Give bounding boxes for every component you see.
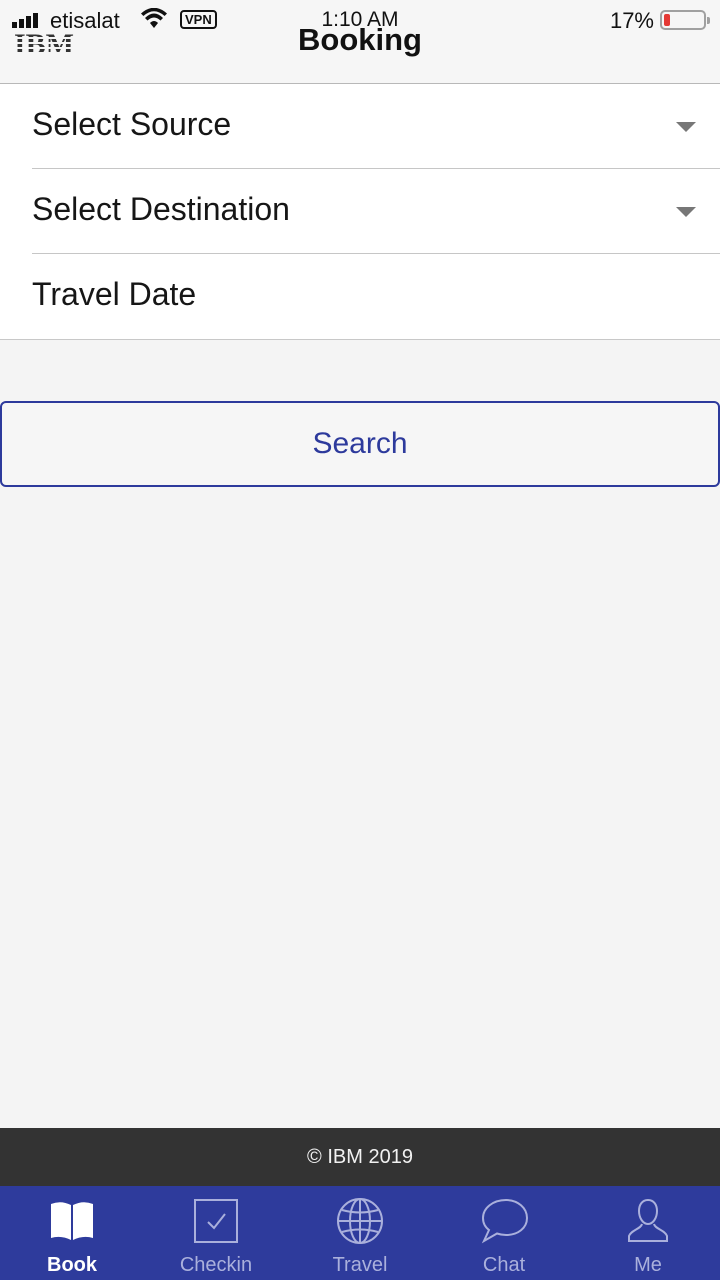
- select-source-dropdown[interactable]: Select Source: [0, 84, 720, 169]
- select-destination-label: Select Destination: [32, 191, 290, 227]
- page-title: Booking: [298, 22, 422, 57]
- search-button[interactable]: Search: [0, 401, 720, 487]
- tab-checkin-label: Checkin: [179, 1254, 253, 1276]
- travel-date-field[interactable]: Travel Date: [0, 254, 720, 339]
- chevron-down-icon: [676, 207, 696, 217]
- tab-checkin[interactable]: Checkin: [144, 1186, 288, 1280]
- tab-book-label: Book: [47, 1254, 97, 1276]
- tab-travel[interactable]: Travel: [288, 1186, 432, 1280]
- bottom-tab-bar: Book Checkin Travel Chat Me: [0, 1186, 720, 1280]
- tab-chat[interactable]: Chat: [432, 1186, 576, 1280]
- tab-me-label: Me: [634, 1254, 662, 1276]
- booking-form: Select Source Select Destination Travel …: [0, 84, 720, 340]
- travel-date-label: Travel Date: [32, 276, 197, 312]
- person-icon: [628, 1198, 668, 1242]
- book-icon: [51, 1202, 93, 1240]
- chat-bubble-icon: [481, 1198, 529, 1244]
- select-destination-dropdown[interactable]: Select Destination: [0, 169, 720, 254]
- copyright-footer: © IBM 2019: [0, 1128, 720, 1186]
- tab-chat-label: Chat: [482, 1254, 526, 1276]
- select-source-label: Select Source: [32, 106, 232, 142]
- chevron-down-icon: [676, 122, 696, 132]
- checkbox-icon: [194, 1199, 238, 1243]
- tab-travel-label: Travel: [332, 1254, 388, 1276]
- tab-me[interactable]: Me: [576, 1186, 720, 1280]
- globe-icon: [337, 1198, 383, 1244]
- top-bar: etisalat VPN 1:10 AM 17% IBM Booking: [0, 0, 720, 84]
- tab-book[interactable]: Book: [0, 1186, 144, 1280]
